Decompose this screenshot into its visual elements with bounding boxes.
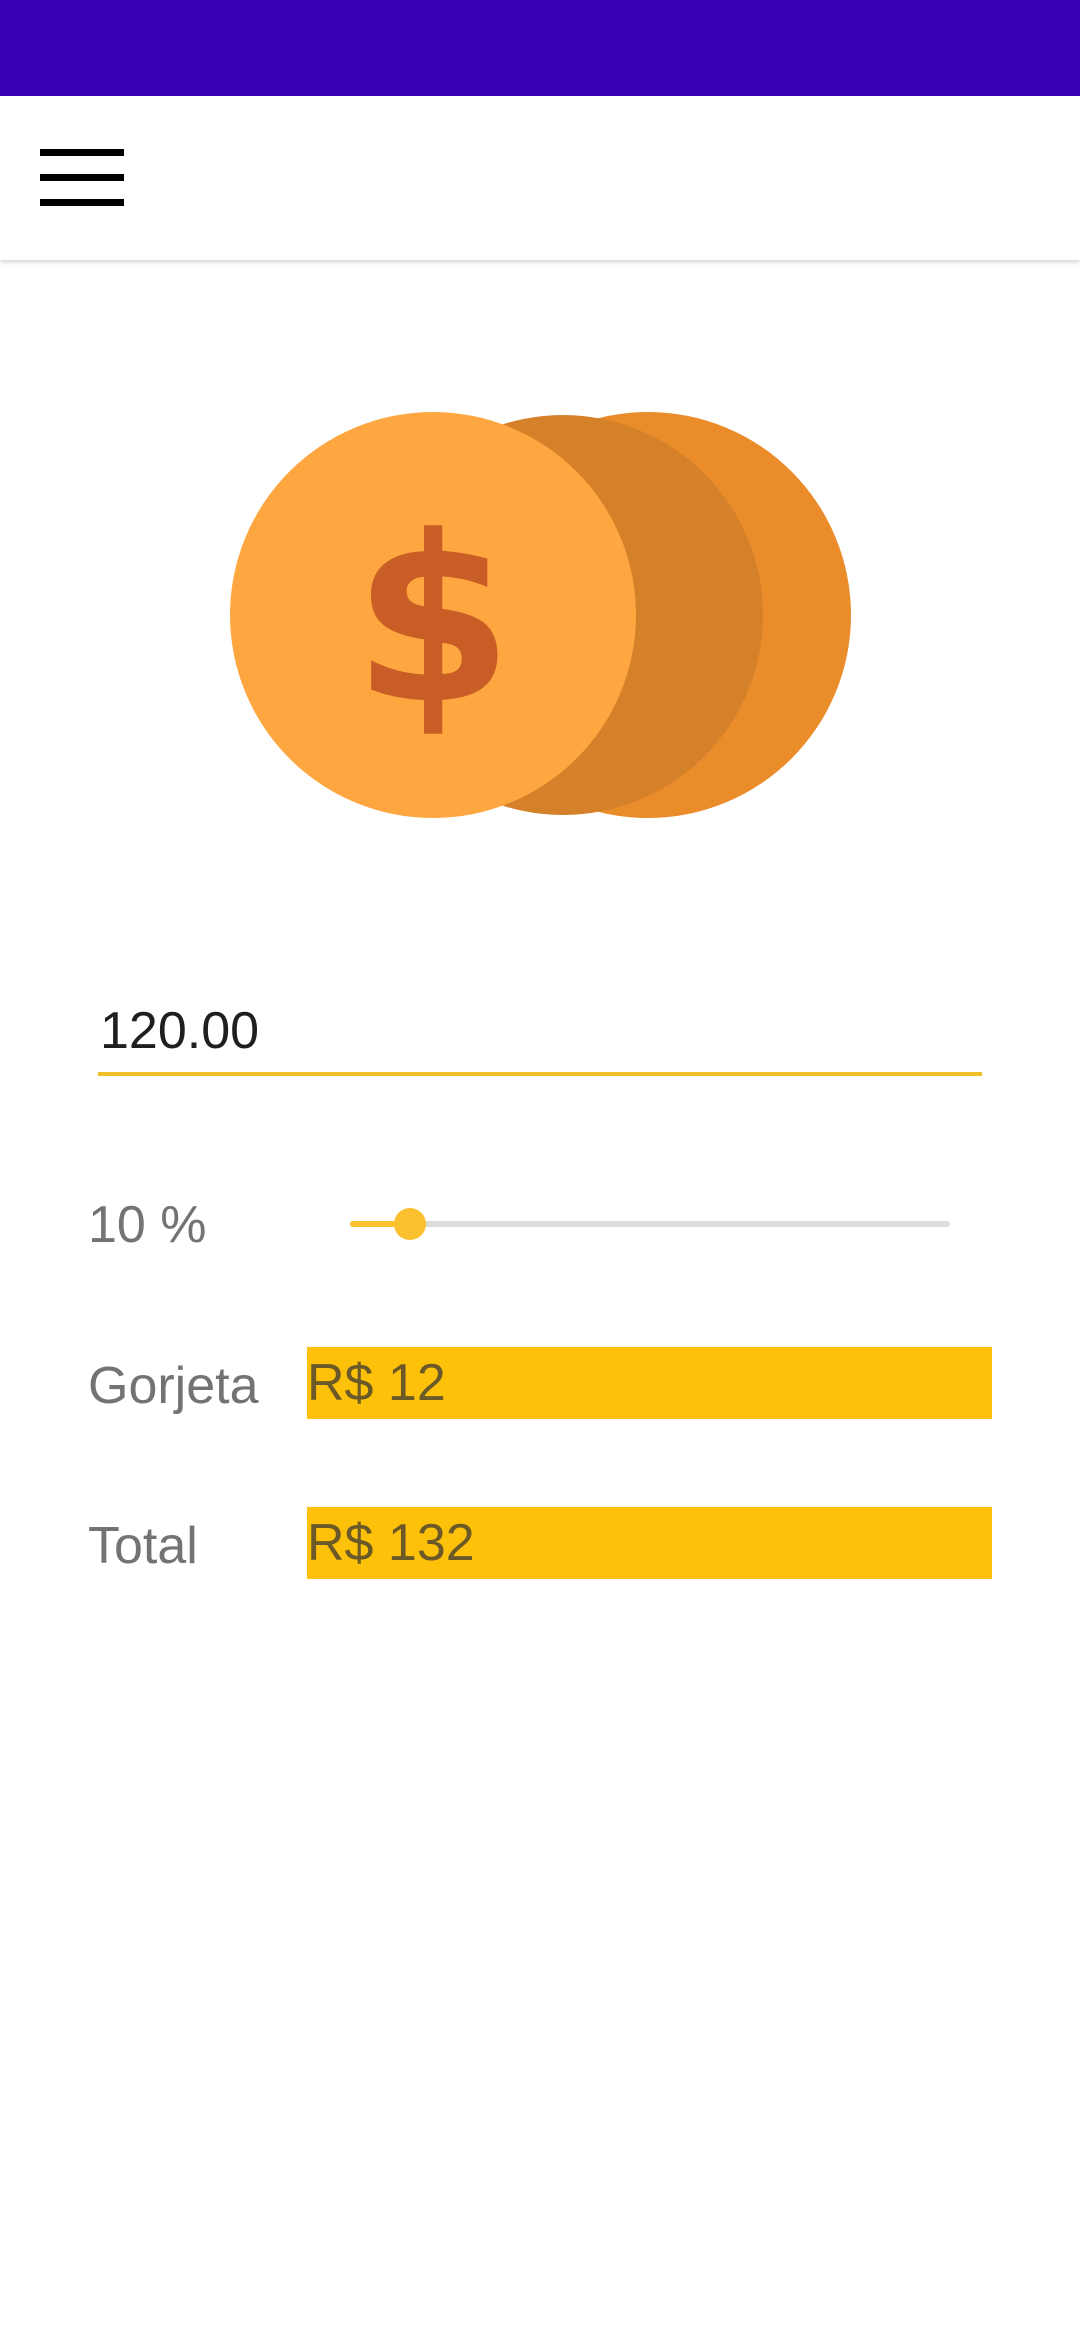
coins-illustration: $ [228,410,854,820]
tip-label: Gorjeta [88,1357,259,1415]
coins-dollar-icon: $ [230,412,851,818]
hamburger-menu-icon [40,149,124,206]
slider-thumb[interactable] [394,1208,426,1240]
status-bar [0,0,1080,96]
tip-value: R$ 12 [307,1347,992,1419]
bill-amount-input[interactable] [98,990,982,1076]
svg-text:$: $ [353,488,513,755]
slider-track [350,1221,950,1227]
tip-percent-slider[interactable] [350,1200,950,1248]
menu-button[interactable] [30,136,134,220]
total-value: R$ 132 [307,1507,992,1579]
app-bar [0,96,1080,260]
tip-percent-label: 10 % [88,1196,207,1254]
total-label: Total [88,1517,198,1575]
